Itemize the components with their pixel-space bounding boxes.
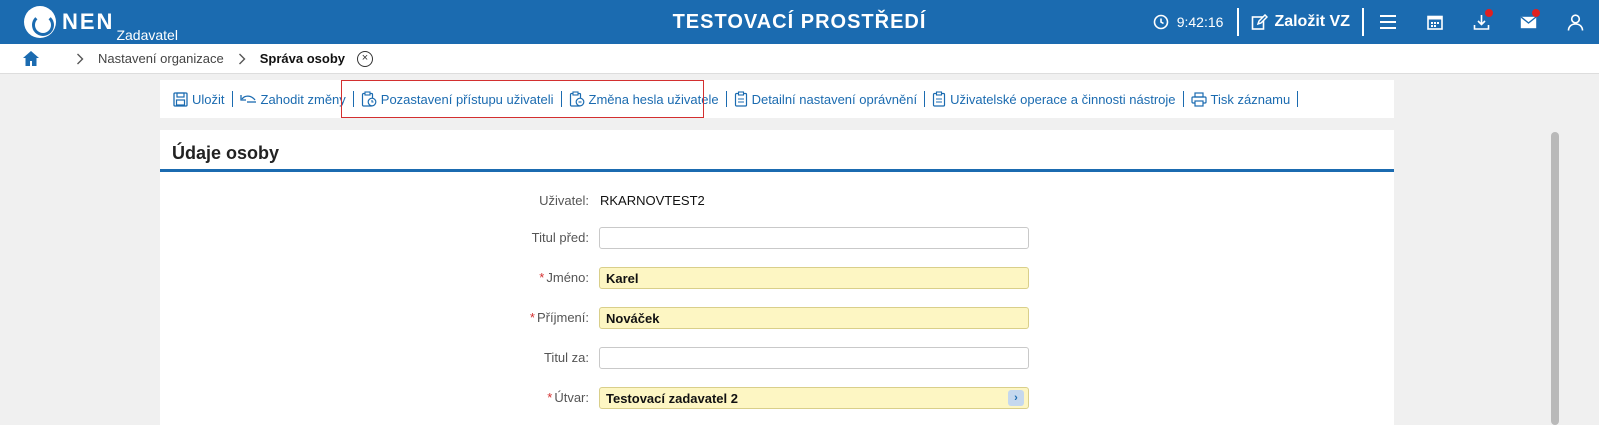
required-marker: * [547, 390, 553, 405]
title-before-label: Titul před: [531, 230, 589, 245]
undo-icon [239, 94, 256, 103]
toolbar-divider [1182, 91, 1184, 107]
clipboard-icon [734, 91, 747, 107]
notification-badge [1485, 9, 1493, 17]
mail-icon [1520, 15, 1537, 28]
last-name-label: Příjmení: [536, 310, 589, 325]
discard-changes-label: Zahodit změny [260, 91, 346, 107]
first-name-label-wrap: * Jméno: [539, 270, 589, 285]
title-after-row: Titul za: [160, 347, 1394, 369]
required-marker: * [529, 310, 535, 325]
calendar-icon [1426, 15, 1443, 30]
chevron-right-icon [76, 53, 84, 65]
print-record-label: Tisk záznamu [1210, 91, 1291, 107]
first-name-input[interactable]: Karel [599, 267, 1029, 289]
department-picker-button[interactable]: › [1008, 390, 1024, 406]
clipboard-icon [932, 91, 946, 107]
breadcrumb: Nastavení organizace Správa osoby × [0, 44, 1599, 74]
clock-icon [1153, 14, 1169, 30]
save-label: Uložit [192, 91, 225, 107]
user-value: RKARNOVTEST2 [600, 193, 705, 208]
header-actions: 9:42:16 Založit VZ [1153, 0, 1599, 44]
suspend-access-label: Pozastavení přístupu uživateli [380, 91, 554, 107]
clipboard-key-icon [569, 91, 584, 107]
action-toolbar: Uložit Zahodit změny Pozastavení přístup… [160, 80, 1394, 118]
user-row: Uživatel: RKARNOVTEST2 [160, 190, 1394, 212]
last-name-row: * Příjmení: Nováček [160, 307, 1394, 329]
department-row: * Útvar: Testovací zadavatel 2 › [160, 387, 1394, 409]
department-label-wrap: * Útvar: [547, 390, 589, 405]
save-button[interactable]: Uložit [168, 92, 230, 107]
clipboard-clock-icon [361, 91, 377, 107]
panel-title: Údaje osoby [160, 130, 1394, 172]
toolbar-divider [352, 91, 354, 107]
toolbar-divider [560, 91, 562, 107]
title-before-input[interactable] [599, 227, 1029, 249]
clock-time: 9:42:16 [1176, 14, 1224, 30]
toolbar-divider [924, 91, 926, 107]
first-name-label: Jméno: [546, 270, 589, 285]
suspend-access-button[interactable]: Pozastavení přístupu uživateli [356, 91, 559, 107]
change-password-button[interactable]: Změna hesla uživatele [564, 91, 724, 107]
notification-badge [1532, 9, 1540, 17]
last-name-label-wrap: * Příjmení: [530, 310, 589, 325]
scrollbar-thumb[interactable] [1551, 132, 1559, 425]
printer-icon [1190, 91, 1207, 107]
print-record-button[interactable]: Tisk záznamu [1186, 92, 1296, 107]
detail-permissions-button[interactable]: Detailní nastavení oprávnění [729, 91, 923, 107]
hamburger-icon [1379, 15, 1396, 29]
edit-icon [1252, 13, 1269, 30]
floppy-icon [173, 91, 188, 107]
close-tab-icon[interactable]: × [357, 50, 374, 67]
toolbar-divider [231, 91, 233, 107]
breadcrumb-organization-settings[interactable]: Nastavení organizace [98, 51, 224, 66]
change-password-label: Změna hesla uživatele [588, 91, 719, 107]
user-icon [1567, 13, 1584, 31]
user-operations-button[interactable]: Uživatelské operace a činnosti nástroje [927, 91, 1180, 107]
chevron-right-icon [238, 53, 246, 65]
last-name-input[interactable]: Nováček [599, 307, 1029, 329]
department-label: Útvar: [554, 390, 589, 405]
title-after-label: Titul za: [543, 350, 589, 365]
toolbar-divider [1297, 91, 1299, 107]
create-vz-button[interactable]: Založit VZ [1239, 13, 1362, 31]
messages-button[interactable] [1505, 0, 1552, 44]
create-vz-label: Založit VZ [1274, 13, 1350, 30]
home-button[interactable] [22, 50, 40, 67]
department-input[interactable]: Testovací zadavatel 2 › [599, 387, 1029, 409]
person-details-panel: Údaje osoby Uživatel: RKARNOVTEST2 Titul… [160, 130, 1394, 425]
session-clock: 9:42:16 [1153, 14, 1224, 30]
breadcrumb-person-management: Správa osoby [259, 51, 346, 66]
required-marker: * [539, 270, 545, 285]
detail-permissions-label: Detailní nastavení oprávnění [751, 91, 918, 107]
discard-changes-button[interactable]: Zahodit změny [235, 92, 351, 107]
top-header: NEN Zadavatel TESTOVACÍ PROSTŘEDÍ 9:42:1… [0, 0, 1599, 44]
title-before-row: Titul před: [160, 227, 1394, 249]
menu-button[interactable] [1364, 0, 1411, 44]
user-profile-button[interactable] [1552, 0, 1599, 44]
toolbar-divider [725, 91, 727, 107]
calendar-button[interactable] [1411, 0, 1458, 44]
department-value: Testovací zadavatel 2 [606, 391, 738, 406]
title-after-input[interactable] [599, 347, 1029, 369]
user-operations-label: Uživatelské operace a činnosti nástroje [950, 91, 1176, 107]
home-icon [23, 51, 39, 66]
downloads-button[interactable] [1458, 0, 1505, 44]
first-name-row: * Jméno: Karel [160, 267, 1394, 289]
user-label: Uživatel: [539, 193, 589, 208]
